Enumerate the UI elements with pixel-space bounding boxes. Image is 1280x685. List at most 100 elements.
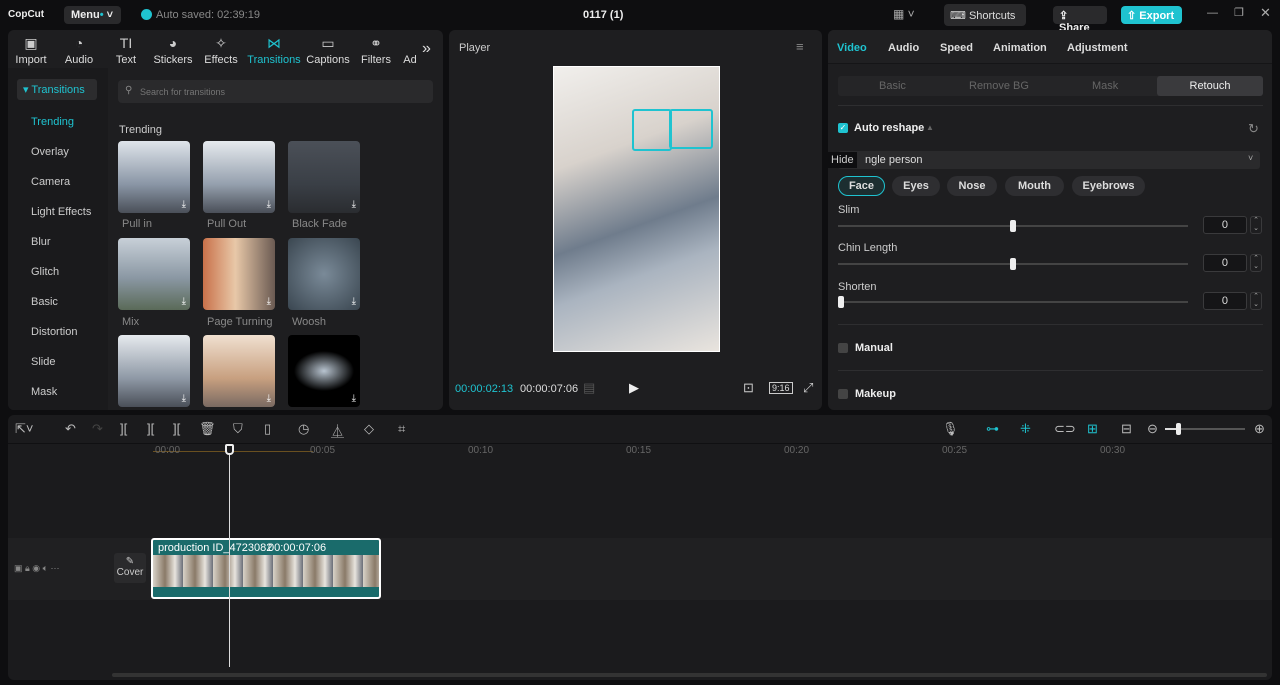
- menu-button[interactable]: Menu• ˅: [64, 6, 121, 24]
- tab-video[interactable]: Video: [837, 42, 867, 54]
- tab-effects[interactable]: ✧ Effects: [196, 32, 246, 68]
- subtab-remove-bg[interactable]: Remove BG: [969, 80, 1029, 92]
- tab-transitions[interactable]: ⋈ Transitions: [247, 32, 300, 68]
- freeze-icon[interactable]: ▯: [264, 421, 271, 437]
- transition-pull-in[interactable]: ⤓: [118, 141, 190, 213]
- crop-icon[interactable]: ⌗: [398, 421, 405, 437]
- sidebar-item-light-effects[interactable]: Light Effects: [31, 206, 91, 218]
- more-tabs-icon[interactable]: »: [422, 40, 431, 58]
- auto-reshape-checkbox[interactable]: ✓: [838, 123, 848, 133]
- main-track-magnet-icon[interactable]: ⊶: [986, 421, 999, 437]
- tab-speed[interactable]: Speed: [940, 42, 973, 54]
- subtab-basic[interactable]: Basic: [879, 80, 906, 92]
- layout-icon[interactable]: ▦ ˅: [893, 7, 915, 21]
- chin-length-slider[interactable]: [838, 258, 1188, 270]
- playhead[interactable]: [229, 447, 230, 667]
- transition-woosh[interactable]: ⤓: [288, 238, 360, 310]
- shorten-stepper[interactable]: ⌃ ⌄: [1250, 292, 1262, 310]
- timecode-grid-icon[interactable]: ▤: [583, 380, 595, 396]
- shorten-value[interactable]: 0: [1203, 292, 1247, 310]
- shorten-slider[interactable]: [838, 296, 1188, 308]
- split-left-icon[interactable]: ][: [147, 421, 154, 436]
- video-clip[interactable]: production ID_4723082 00:00:07:06: [151, 538, 381, 599]
- person-dropdown[interactable]: ngle person ˅: [838, 151, 1260, 169]
- delete-icon[interactable]: 🗑︎: [199, 421, 216, 437]
- chip-eyebrows[interactable]: Eyebrows: [1072, 176, 1145, 196]
- manual-checkbox[interactable]: [838, 343, 848, 353]
- sidebar-item-slide[interactable]: Slide: [31, 356, 55, 368]
- auto-reshape-label[interactable]: Auto reshape: [854, 122, 924, 134]
- transition-item[interactable]: ⤓: [288, 335, 360, 407]
- makeup-checkbox[interactable]: [838, 389, 848, 399]
- zoom-fit-timeline-icon[interactable]: ⊟: [1121, 421, 1132, 437]
- rotate-icon[interactable]: ◇: [364, 421, 374, 437]
- chin-length-stepper[interactable]: ⌃ ⌄: [1250, 254, 1262, 272]
- split-right-icon[interactable]: ][: [173, 421, 180, 436]
- link-icon[interactable]: ⊂⊃: [1054, 421, 1076, 437]
- split-icon[interactable]: ][: [120, 421, 127, 436]
- collapse-icon[interactable]: ▲: [926, 123, 934, 132]
- tab-adjustment[interactable]: Ad: [400, 32, 420, 68]
- track-icons[interactable]: ▣ 🔒︎ ◉ 🔈︎ ⋯: [14, 563, 60, 574]
- play-button[interactable]: ▶: [629, 380, 639, 396]
- sidebar-item-overlay[interactable]: Overlay: [31, 146, 69, 158]
- slim-slider[interactable]: [838, 220, 1188, 232]
- sidebar-item-camera[interactable]: Camera: [31, 176, 70, 188]
- sidebar-item-blur[interactable]: Blur: [31, 236, 51, 248]
- export-button[interactable]: ⇧ Export: [1121, 6, 1182, 24]
- chip-eyes[interactable]: Eyes: [892, 176, 940, 196]
- transition-page-turning[interactable]: ⤓: [203, 238, 275, 310]
- tab-adjustment[interactable]: Adjustment: [1067, 42, 1128, 54]
- zoom-fit-icon[interactable]: ⊡: [743, 380, 754, 396]
- transition-mix[interactable]: ⤓: [118, 238, 190, 310]
- marker-icon[interactable]: ⛉: [233, 421, 243, 437]
- search-input[interactable]: [118, 80, 433, 103]
- transition-pull-out[interactable]: ⤓: [203, 141, 275, 213]
- reverse-icon[interactable]: ◷: [298, 421, 309, 437]
- tab-animation[interactable]: Animation: [993, 42, 1047, 54]
- tab-captions[interactable]: ▭ Captions: [303, 32, 353, 68]
- aspect-ratio-button[interactable]: 9:16: [769, 382, 793, 394]
- playhead-handle[interactable]: [225, 444, 234, 455]
- makeup-label[interactable]: Makeup: [855, 388, 896, 400]
- tab-import[interactable]: ▣ Import: [6, 32, 56, 68]
- transition-item[interactable]: ⤓: [203, 335, 275, 407]
- preview-axis-icon[interactable]: ⊞: [1087, 421, 1098, 437]
- undo-icon[interactable]: ↶: [65, 421, 76, 437]
- share-button[interactable]: ⇪ Share: [1053, 6, 1107, 34]
- chip-nose[interactable]: Nose: [947, 176, 997, 196]
- zoom-out-icon[interactable]: ⊖: [1147, 421, 1158, 437]
- select-tool-icon[interactable]: ⇱˅: [15, 421, 33, 437]
- chin-length-value[interactable]: 0: [1203, 254, 1247, 272]
- sidebar-item-distortion[interactable]: Distortion: [31, 326, 77, 338]
- subtab-mask[interactable]: Mask: [1092, 80, 1118, 92]
- fullscreen-icon[interactable]: ⤢: [803, 380, 813, 396]
- cover-button[interactable]: ✎ Cover: [114, 553, 146, 583]
- minimize-button[interactable]: —: [1207, 7, 1218, 19]
- reset-icon[interactable]: ↻: [1248, 121, 1259, 137]
- close-button[interactable]: ✕: [1260, 5, 1271, 21]
- maximize-button[interactable]: ❐: [1234, 6, 1244, 19]
- mirror-icon[interactable]: ⏅: [331, 421, 344, 440]
- transition-item[interactable]: ⤓: [118, 335, 190, 407]
- sidebar-item-trending[interactable]: Trending: [31, 116, 74, 128]
- zoom-in-icon[interactable]: ⊕: [1254, 421, 1265, 437]
- chip-face[interactable]: Face: [838, 176, 885, 196]
- timeline-scrollbar[interactable]: [112, 673, 1267, 677]
- slim-stepper[interactable]: ⌃ ⌄: [1250, 216, 1262, 234]
- transition-black-fade[interactable]: ⤓: [288, 141, 360, 213]
- player-menu-icon[interactable]: ≡: [796, 39, 804, 54]
- microphone-icon[interactable]: 🎙︎: [942, 421, 959, 437]
- zoom-slider[interactable]: [1165, 423, 1245, 435]
- tab-stickers[interactable]: ◕ Stickers: [148, 32, 198, 68]
- sidebar-item-basic[interactable]: Basic: [31, 296, 58, 308]
- chip-mouth[interactable]: Mouth: [1005, 176, 1064, 196]
- tab-filters[interactable]: ⚭ Filters: [351, 32, 401, 68]
- shortcuts-button[interactable]: ⌨ Shortcuts: [944, 4, 1026, 26]
- sidebar-header-transitions[interactable]: ▾ Transitions: [17, 79, 97, 100]
- sidebar-item-mask[interactable]: Mask: [31, 386, 57, 398]
- sidebar-item-glitch[interactable]: Glitch: [31, 266, 59, 278]
- subtab-retouch[interactable]: Retouch: [1157, 76, 1263, 96]
- tab-audio[interactable]: Audio: [888, 42, 919, 54]
- manual-label[interactable]: Manual: [855, 342, 893, 354]
